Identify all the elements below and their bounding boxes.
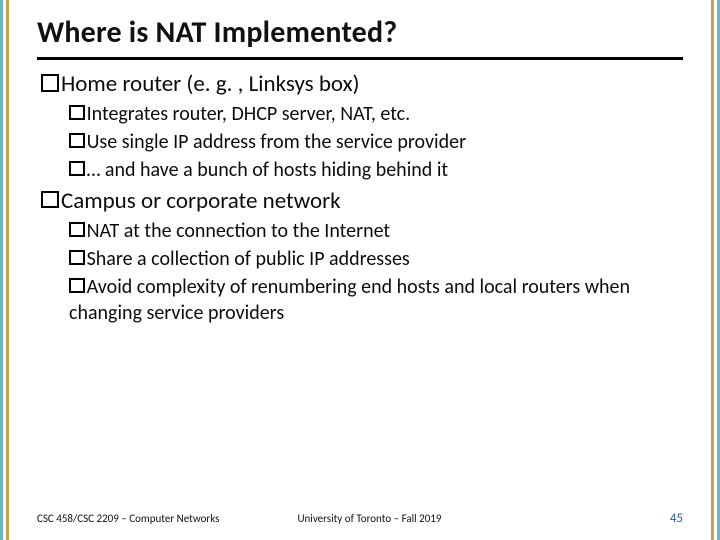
slide-footer: CSC 458/CSC 2209 – Computer Networks Uni… <box>37 511 683 526</box>
bullet-text: Avoid complexity of renumbering end host… <box>69 275 630 325</box>
footer-course: CSC 458/CSC 2209 – Computer Networks <box>37 512 219 525</box>
square-bullet-icon <box>69 133 85 149</box>
square-bullet-icon <box>41 74 59 92</box>
bullet-text: … and have a bunch of hosts hiding behin… <box>87 158 449 182</box>
bullet-text: NAT at the connection to the Internet <box>87 219 391 243</box>
bullet-campus-network: Campus or corporate network <box>41 187 683 216</box>
square-bullet-icon <box>41 191 59 209</box>
bullet-text: Share a collection of public IP addresse… <box>87 247 410 271</box>
bullet-text: Use single IP address from the service p… <box>87 130 466 154</box>
footer-page-number: 45 <box>670 511 683 526</box>
subbullet-nat-connection: NAT at the connection to the Internet <box>69 218 683 244</box>
square-bullet-icon <box>69 278 85 294</box>
subbullet-share-ips: Share a collection of public IP addresse… <box>69 246 683 272</box>
bullet-text: Integrates router, DHCP server, NAT, etc… <box>87 102 411 126</box>
bullet-text: Campus or corporate network <box>61 187 341 215</box>
square-bullet-icon <box>69 161 85 177</box>
slide-body: Where is NAT Implemented? Home router (e… <box>9 0 711 540</box>
footer-university: University of Toronto – Fall 2019 <box>297 512 441 525</box>
subbullet-single-ip: Use single IP address from the service p… <box>69 129 683 155</box>
square-bullet-icon <box>69 105 85 121</box>
subbullet-integrates: Integrates router, DHCP server, NAT, etc… <box>69 101 683 127</box>
subbullet-avoid-renumber: Avoid complexity of renumbering end host… <box>69 274 683 326</box>
slide-title: Where is NAT Implemented? <box>37 14 683 60</box>
bullet-text: Home router (e. g. , Linksys box) <box>61 70 360 98</box>
square-bullet-icon <box>69 250 85 266</box>
subbullet-hosts-hiding: … and have a bunch of hosts hiding behin… <box>69 157 683 183</box>
bullet-home-router: Home router (e. g. , Linksys box) <box>41 70 683 99</box>
square-bullet-icon <box>69 222 85 238</box>
